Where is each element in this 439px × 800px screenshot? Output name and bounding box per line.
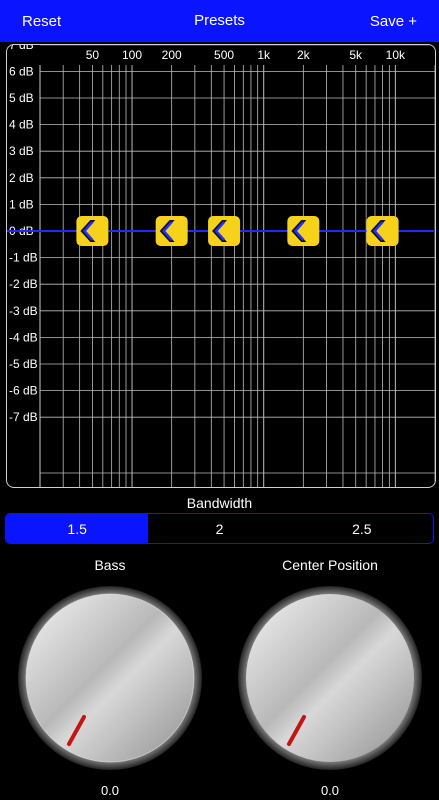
center-position-knob[interactable] [238,586,422,770]
bass-knob-graphic [18,586,202,770]
eq-freq-label: 100 [122,48,142,62]
eq-band-handle[interactable] [287,216,320,246]
reset-button[interactable]: Reset [0,13,83,30]
eq-db-label: 1 dB [9,197,34,211]
eq-freq-label: 2k [297,48,311,62]
bandwidth-option-2[interactable]: 2 [148,514,290,543]
eq-band-handle[interactable] [155,216,188,246]
eq-db-label: -1 dB [9,251,38,265]
eq-graph[interactable]: 50 100 200 500 1k 2k 5k 10k 7 dB 6 dB 5 dB 4 dB 3 dB… [6,44,436,488]
eq-freq-label: 200 [162,48,182,62]
eq-db-label: -6 dB [9,384,38,398]
center-position-label: Center Position [282,557,378,573]
eq-freq-label: 5k [349,48,363,62]
eq-db-label: -2 dB [9,277,38,291]
eq-db-label: 7 dB [9,45,34,52]
save-preset-button[interactable]: Save + [348,13,439,30]
eq-db-label: -7 dB [9,410,38,424]
eq-db-label: 3 dB [9,144,34,158]
eq-db-label: 5 dB [9,91,34,105]
eq-graph-canvas: 50 100 200 500 1k 2k 5k 10k 7 dB 6 dB 5 dB 4 dB 3 dB… [7,45,435,487]
bandwidth-option-2-5[interactable]: 2.5 [291,514,433,543]
eq-db-label: -3 dB [9,304,38,318]
eq-freq-label: 500 [214,48,234,62]
eq-freq-label: 10k [386,48,406,62]
eq-db-label: 4 dB [9,118,34,132]
eq-db-label: 6 dB [9,64,34,78]
eq-db-label: -4 dB [9,330,38,344]
bass-knob[interactable] [18,586,202,770]
eq-db-label: -5 dB [9,357,38,371]
eq-db-label: 2 dB [9,171,34,185]
bass-label: Bass [94,557,126,573]
bandwidth-title: Bandwidth [186,495,253,511]
eq-band-handle[interactable] [76,216,109,246]
eq-band-handle[interactable] [208,216,241,246]
eq-band-handle[interactable] [366,216,399,246]
center-position-value: 0.0 [320,783,340,798]
bass-value: 0.0 [100,783,120,798]
bandwidth-option-1-5[interactable]: 1.5 [6,514,149,543]
eq-freq-label: 50 [86,48,100,62]
bandwidth-selector: 1.5 2 2.5 [5,513,434,544]
center-position-knob-graphic [238,586,422,770]
presets-button[interactable]: Presets [194,12,245,29]
eq-freq-label: 1k [257,48,271,62]
top-bar: Reset Presets Save + [0,0,439,42]
